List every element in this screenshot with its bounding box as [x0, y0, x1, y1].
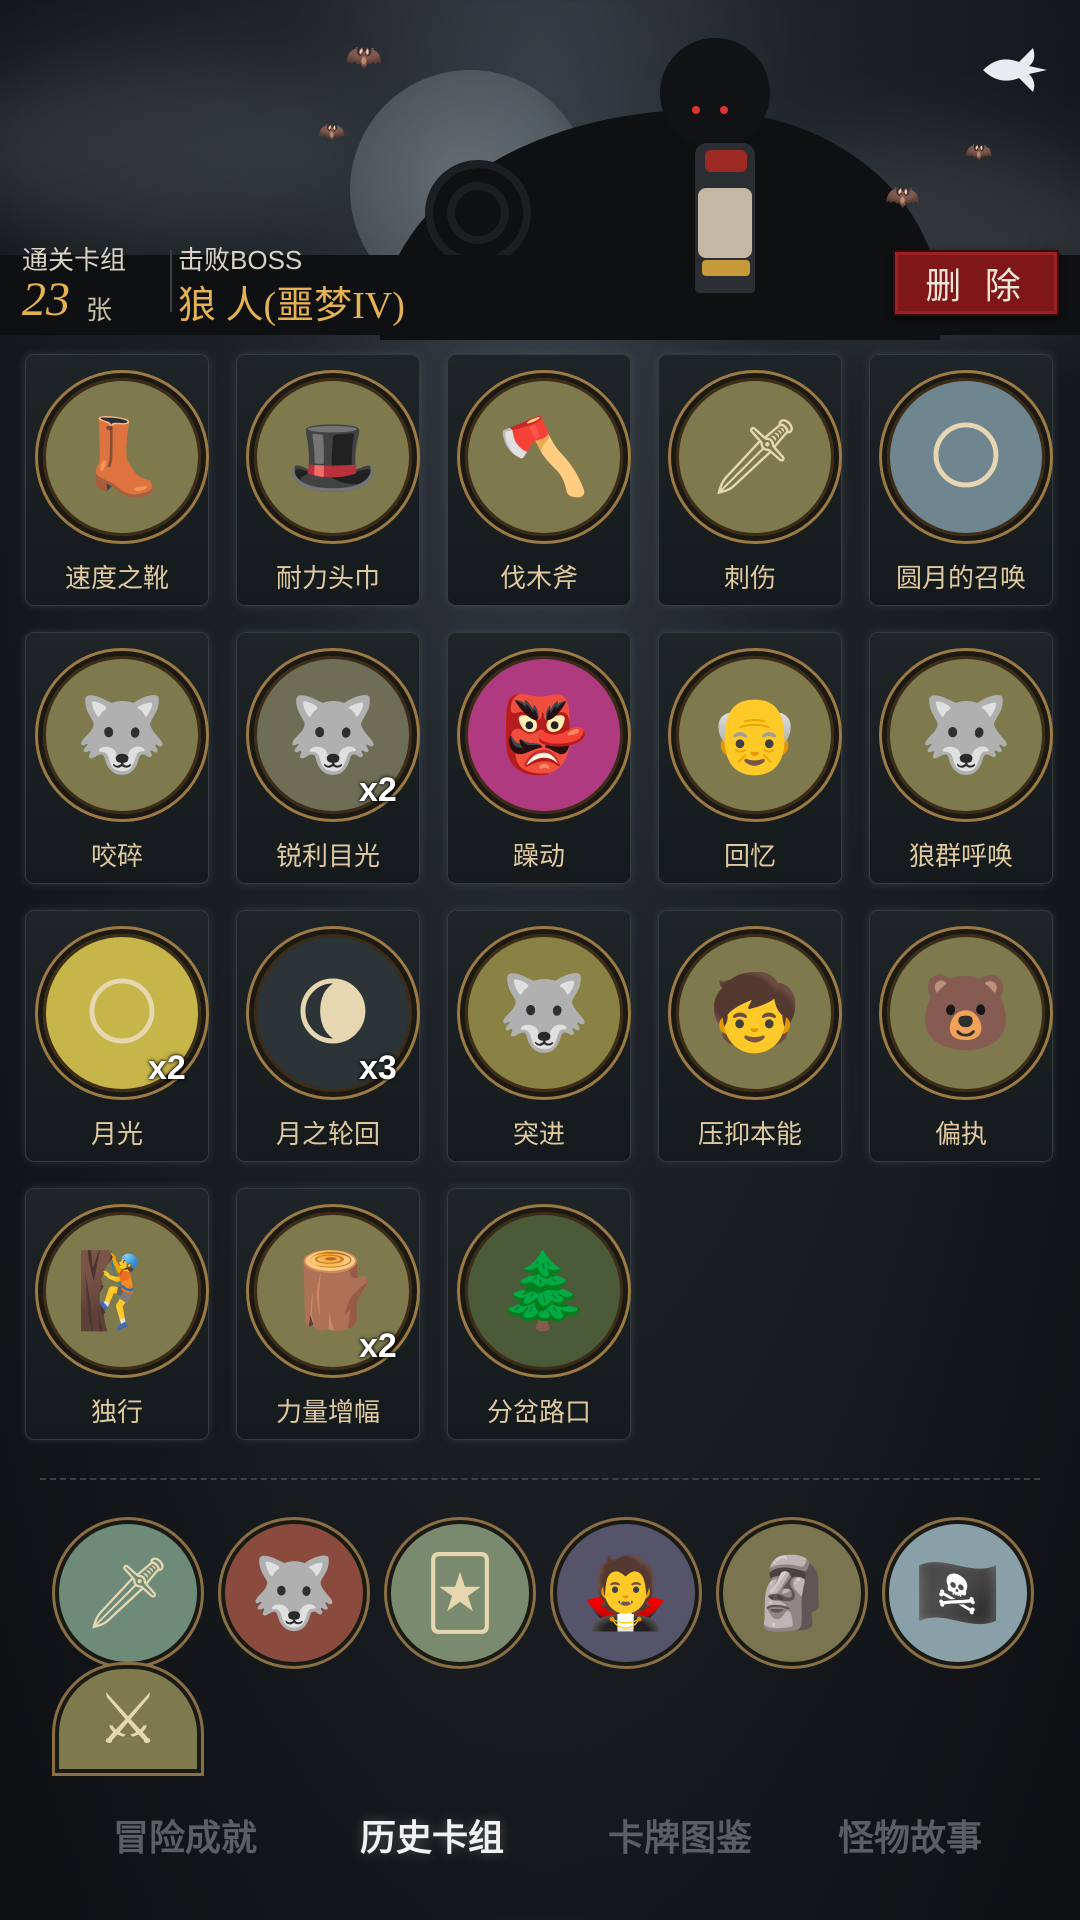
bat-icon: 🦇	[318, 120, 346, 145]
tab-monster-stories[interactable]: 怪物故事	[800, 1800, 1020, 1870]
pirate-icon[interactable]: 🏴‍☠️	[885, 1520, 1031, 1666]
dagger-icon: 🗡	[671, 373, 839, 541]
hand-cards-icon[interactable]: 🃏	[387, 1520, 533, 1666]
card-name: 狼群呼唤	[908, 842, 1013, 872]
card-item[interactable]: 🐺 咬碎	[26, 633, 208, 883]
gargoyle-statue-icon[interactable]: 🗿	[719, 1520, 865, 1666]
card-name: 月光	[90, 1120, 143, 1150]
card-item[interactable]: 🌕 圆月的召唤	[870, 355, 1052, 605]
card-name: 咬碎	[90, 842, 143, 872]
card-item[interactable]: 🌲 分岔路口	[448, 1189, 630, 1439]
card-name: 偏执	[934, 1120, 987, 1150]
card-multiplier: x2	[359, 771, 397, 809]
crossed-blades-icon[interactable]: ⚔	[55, 1665, 201, 1773]
tab-card-compendium[interactable]: 卡牌图鉴	[570, 1800, 790, 1870]
card-item[interactable]: 🗡 刺伤	[659, 355, 841, 605]
card-item[interactable]: 🎩 耐力头巾	[237, 355, 419, 605]
header-divider	[170, 250, 172, 312]
card-name: 月之轮回	[275, 1120, 380, 1150]
card-item[interactable]: 🪓 伐木斧	[448, 355, 630, 605]
card-name: 耐力头巾	[275, 564, 380, 594]
werewolf-charge-icon: 🐺	[460, 929, 628, 1097]
vampire-icon[interactable]: 🧛	[553, 1520, 699, 1666]
card-name: 压抑本能	[697, 1120, 802, 1150]
delete-button[interactable]: 删 除	[893, 250, 1059, 316]
card-name: 回忆	[723, 842, 776, 872]
background-spiral	[425, 160, 531, 266]
forest-crossroad-icon: 🌲	[460, 1207, 628, 1375]
bat-icon: 🦇	[965, 140, 993, 165]
boy-character-illustration	[650, 38, 780, 318]
card-multiplier: x2	[359, 1327, 397, 1365]
werewolf-icon[interactable]: 🐺	[221, 1520, 367, 1666]
card-item[interactable]: 🐻 偏执	[870, 911, 1052, 1161]
bird-icon	[983, 48, 1047, 92]
card-item[interactable]: 🌘 x3 月之轮回	[237, 911, 419, 1161]
card-multiplier: x3	[359, 1049, 397, 1087]
deck-unit: 张	[86, 296, 113, 326]
card-name: 独行	[90, 1398, 143, 1428]
card-name: 突进	[512, 1120, 565, 1150]
bandana-icon: 🎩	[249, 373, 417, 541]
tab-achievements[interactable]: 冒险成就	[75, 1800, 295, 1870]
boss-label: 击败BOSS	[178, 245, 303, 275]
wolf-bear-icon: 🐻	[882, 929, 1050, 1097]
card-item[interactable]: 👴 回忆	[659, 633, 841, 883]
wolf-pack-icon: 🐺	[882, 651, 1050, 819]
background-fog	[0, 60, 360, 240]
card-item[interactable]: 🌕 x2 月光	[26, 911, 208, 1161]
card-name: 伐木斧	[499, 564, 578, 594]
boot-icon: 👢	[38, 373, 206, 541]
axe-icon: 🪓	[460, 373, 628, 541]
bottom-tab-bar: 冒险成就 历史卡组 卡牌图鉴 怪物故事	[0, 1800, 1080, 1870]
card-item[interactable]: 🐺 狼群呼唤	[870, 633, 1052, 883]
card-name: 速度之靴	[64, 564, 169, 594]
card-item[interactable]: 🪵 x2 力量增幅	[237, 1189, 419, 1439]
bat-icon: 🦇	[885, 180, 920, 213]
card-item[interactable]: 👢 速度之靴	[26, 355, 208, 605]
card-multiplier: x2	[148, 1049, 186, 1087]
old-man-icon: 👴	[671, 651, 839, 819]
full-moon-forest-icon: 🌕	[882, 373, 1050, 541]
boss-name: 狼 人(噩梦IV)	[178, 285, 405, 327]
tab-history-deck[interactable]: 历史卡组	[322, 1800, 542, 1870]
card-item[interactable]: 🧗 独行	[26, 1189, 208, 1439]
restrain-instinct-icon: 🧒	[671, 929, 839, 1097]
werewolf-bite-icon: 🐺	[38, 651, 206, 819]
card-name: 分岔路口	[486, 1398, 591, 1428]
knife-card-icon[interactable]: 🗡	[55, 1520, 201, 1666]
section-divider	[40, 1478, 1040, 1480]
card-item[interactable]: 🐺 x2 锐利目光	[237, 633, 419, 883]
back-bird-button[interactable]	[975, 30, 1055, 110]
deck-count: 23	[22, 273, 70, 326]
card-item[interactable]: 👺 躁动	[448, 633, 630, 883]
card-item[interactable]: 🧒 压抑本能	[659, 911, 841, 1161]
card-item[interactable]: 🐺 突进	[448, 911, 630, 1161]
card-name: 力量增幅	[275, 1398, 380, 1428]
card-name: 刺伤	[723, 564, 776, 594]
rage-mask-icon: 👺	[460, 651, 628, 819]
card-name: 锐利目光	[275, 842, 380, 872]
card-name: 躁动	[512, 842, 565, 872]
card-name: 圆月的召唤	[895, 564, 1026, 594]
lone-hiker-icon: 🧗	[38, 1207, 206, 1375]
bat-icon: 🦇	[345, 40, 383, 75]
